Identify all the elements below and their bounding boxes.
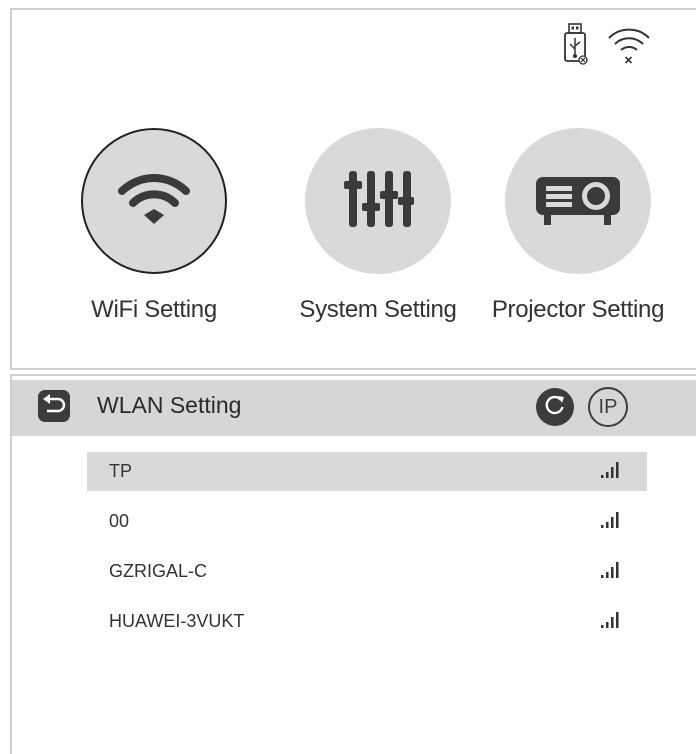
wlan-header: WLAN Setting IP bbox=[12, 380, 696, 436]
refresh-button[interactable] bbox=[536, 388, 574, 426]
projector-icon bbox=[532, 169, 624, 234]
signal-strength-icon bbox=[599, 561, 623, 584]
wifi-disconnected-icon bbox=[605, 22, 653, 71]
projector-setting-label: Projector Setting bbox=[491, 296, 665, 323]
sliders-icon bbox=[341, 169, 415, 234]
system-setting-button[interactable] bbox=[305, 128, 451, 274]
projector-setting-tile[interactable]: Projector Setting bbox=[478, 128, 678, 324]
signal-strength-icon bbox=[599, 461, 623, 484]
system-setting-label: System Setting bbox=[299, 296, 457, 323]
back-arrow-icon bbox=[41, 393, 67, 420]
network-ssid: TP bbox=[109, 461, 133, 481]
usb-drive-icon bbox=[563, 22, 589, 71]
network-list: TP 00 GZRIGAL-C HUAWEI-3VUKT bbox=[87, 452, 647, 652]
network-ssid: 00 bbox=[109, 511, 130, 531]
ip-button[interactable]: IP bbox=[588, 387, 628, 427]
wifi-setting-label: WiFi Setting bbox=[91, 296, 217, 323]
wifi-setting-tile[interactable]: WiFi Setting bbox=[54, 128, 254, 324]
wlan-title: WLAN Setting bbox=[97, 392, 242, 418]
signal-strength-icon bbox=[599, 611, 623, 634]
system-setting-tile[interactable]: System Setting bbox=[278, 128, 478, 324]
network-row[interactable]: 00 bbox=[87, 502, 647, 541]
network-row[interactable]: TP bbox=[87, 452, 647, 491]
wifi-setting-button[interactable] bbox=[81, 128, 227, 274]
network-row[interactable]: GZRIGAL-C bbox=[87, 552, 647, 591]
projector-setting-button[interactable] bbox=[505, 128, 651, 274]
network-ssid: GZRIGAL-C bbox=[109, 561, 208, 581]
back-button[interactable] bbox=[38, 390, 70, 422]
signal-strength-icon bbox=[599, 511, 623, 534]
refresh-icon bbox=[544, 394, 566, 421]
wifi-icon bbox=[118, 171, 190, 232]
network-ssid: HUAWEI-3VUKT bbox=[109, 611, 245, 631]
network-row[interactable]: HUAWEI-3VUKT bbox=[87, 602, 647, 641]
